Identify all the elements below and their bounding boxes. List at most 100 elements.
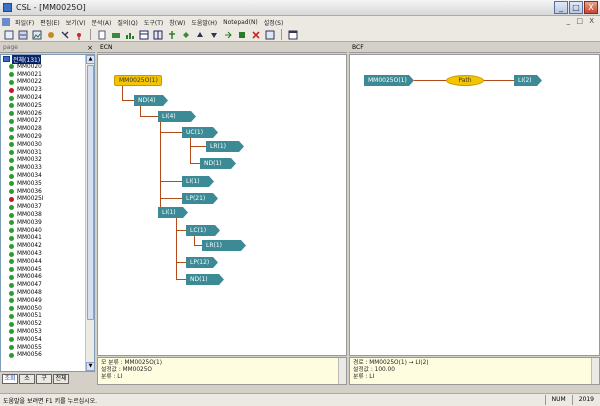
ecn-hscroll[interactable] xyxy=(97,387,347,392)
ecn-node[interactable]: LI(4) xyxy=(158,111,196,122)
bcf-path-node[interactable]: Path xyxy=(446,75,484,86)
ecn-node[interactable]: LI(1) xyxy=(158,207,188,218)
menu-notepad[interactable]: Notepad(N) xyxy=(220,19,261,26)
tree-item[interactable]: MM0044 xyxy=(1,258,94,266)
image-icon[interactable] xyxy=(31,29,43,40)
delete-icon[interactable] xyxy=(250,29,262,40)
ecn-node[interactable]: ND(1) xyxy=(200,158,236,169)
tab-small[interactable]: 소 xyxy=(19,374,35,384)
pane-close-icon[interactable]: × xyxy=(87,44,93,52)
tree-item[interactable]: MM0021 xyxy=(1,71,94,79)
tree-item[interactable]: MM0049 xyxy=(1,297,94,305)
tree-root[interactable]: 전체(131) xyxy=(1,55,94,64)
tree-item[interactable]: MM0020 xyxy=(1,63,94,71)
bcf-root-node[interactable]: MM0025O(1) xyxy=(364,75,414,86)
tree-item[interactable]: MM0027 xyxy=(1,118,94,126)
tab-all[interactable]: 전체 xyxy=(53,374,69,384)
link-icon[interactable] xyxy=(180,29,192,40)
tree-item[interactable]: MM0038 xyxy=(1,211,94,219)
list-icon[interactable] xyxy=(264,29,276,40)
close-button[interactable]: X xyxy=(584,1,598,14)
menu-help[interactable]: 도움말(H) xyxy=(188,18,220,27)
down-icon[interactable] xyxy=(208,29,220,40)
tree-item[interactable]: MM0033 xyxy=(1,164,94,172)
tree-item[interactable]: MM0051 xyxy=(1,313,94,321)
tree-item[interactable]: MM0035 xyxy=(1,180,94,188)
tree-item[interactable]: MM0032 xyxy=(1,157,94,165)
tree-icon[interactable] xyxy=(166,29,178,40)
tree-item[interactable]: MM0045 xyxy=(1,266,94,274)
tree-item[interactable]: MM0025I xyxy=(1,196,94,204)
scroll-thumb[interactable] xyxy=(87,65,94,320)
open-icon[interactable] xyxy=(17,29,29,40)
tree-item[interactable]: MM0023 xyxy=(1,86,94,94)
menu-analysis[interactable]: 분석(A) xyxy=(89,18,115,27)
ecn-node[interactable]: LP(12) xyxy=(186,257,218,268)
tree-item[interactable]: MM0043 xyxy=(1,250,94,258)
ecn-root-node[interactable]: MM0025O(1) xyxy=(114,75,162,86)
menu-view[interactable]: 보기(V) xyxy=(63,18,89,27)
ecn-node[interactable]: UC(1) xyxy=(182,127,218,138)
menu-edit[interactable]: 편집(E) xyxy=(37,18,63,27)
flag-icon[interactable] xyxy=(73,29,85,40)
scroll-down-icon[interactable]: ▼ xyxy=(86,362,94,371)
forward-icon[interactable] xyxy=(222,29,234,40)
chart-icon[interactable] xyxy=(124,29,136,40)
menu-file[interactable]: 파일(F) xyxy=(12,18,37,27)
ecn-node[interactable]: ND(4) xyxy=(134,95,168,106)
tab-section[interactable]: 구 xyxy=(36,374,52,384)
tree-item[interactable]: MM0055 xyxy=(1,344,94,352)
tree-item[interactable]: MM0029 xyxy=(1,133,94,141)
tree-item[interactable]: MM0050 xyxy=(1,305,94,313)
ecn-node[interactable]: LI(1) xyxy=(182,176,214,187)
print-icon[interactable] xyxy=(110,29,122,40)
tree-item[interactable]: MM0052 xyxy=(1,320,94,328)
tree-item[interactable]: MM0053 xyxy=(1,328,94,336)
maximize-button[interactable]: □ xyxy=(569,1,583,14)
tree-item[interactable]: MM0056 xyxy=(1,351,94,359)
tree-item[interactable]: MM0028 xyxy=(1,125,94,133)
ecn-node[interactable]: LP(21) xyxy=(182,193,218,204)
help-icon[interactable] xyxy=(59,29,71,40)
bcf-hscroll[interactable] xyxy=(349,387,600,392)
menu-window[interactable]: 창(W) xyxy=(166,18,188,27)
grid-icon[interactable] xyxy=(152,29,164,40)
tree-item[interactable]: MM0024 xyxy=(1,94,94,102)
tree-item[interactable]: MM0039 xyxy=(1,219,94,227)
text-icon[interactable] xyxy=(236,29,248,40)
menu-tools[interactable]: 도구(T) xyxy=(141,18,166,27)
tree-scrollbar[interactable]: ▲ ▼ xyxy=(85,55,94,371)
tree-item[interactable]: MM0030 xyxy=(1,141,94,149)
tree-item[interactable]: MM0054 xyxy=(1,336,94,344)
tree-item[interactable]: MM0048 xyxy=(1,289,94,297)
tree-item[interactable]: MM0036 xyxy=(1,188,94,196)
tree-item[interactable]: MM0031 xyxy=(1,149,94,157)
tree-item[interactable]: MM0040 xyxy=(1,227,94,235)
minimize-button[interactable]: _ xyxy=(554,1,568,14)
ecn-node[interactable]: LC(1) xyxy=(186,225,220,236)
tree-item[interactable]: MM0025 xyxy=(1,102,94,110)
tree-item[interactable]: MM0022 xyxy=(1,79,94,87)
doc-icon[interactable] xyxy=(96,29,108,40)
table-icon[interactable] xyxy=(138,29,150,40)
ecn-node[interactable]: LR(1) xyxy=(206,141,244,152)
menu-settings[interactable]: 설정(S) xyxy=(261,18,287,27)
mdi-controls[interactable]: _ □ X xyxy=(567,17,596,25)
tree-item[interactable]: MM0047 xyxy=(1,281,94,289)
up-icon[interactable] xyxy=(194,29,206,40)
tree-item[interactable]: MM0041 xyxy=(1,235,94,243)
scroll-up-icon[interactable]: ▲ xyxy=(86,55,94,64)
tree-item[interactable]: MM0042 xyxy=(1,242,94,250)
window-icon[interactable] xyxy=(287,29,299,40)
tab-query[interactable]: 조회 xyxy=(2,374,18,384)
new-icon[interactable] xyxy=(3,29,15,40)
tools-icon[interactable] xyxy=(45,29,57,40)
tree-item[interactable]: MM0026 xyxy=(1,110,94,118)
tree-item[interactable]: MM0037 xyxy=(1,203,94,211)
bcf-info-scrollbar[interactable] xyxy=(591,358,599,384)
ecn-info-scrollbar[interactable] xyxy=(338,358,346,384)
bcf-target-node[interactable]: LI(2) xyxy=(514,75,542,86)
tree-item[interactable]: MM0034 xyxy=(1,172,94,180)
ecn-node[interactable]: ND(1) xyxy=(186,274,224,285)
tree-item[interactable]: MM0046 xyxy=(1,274,94,282)
